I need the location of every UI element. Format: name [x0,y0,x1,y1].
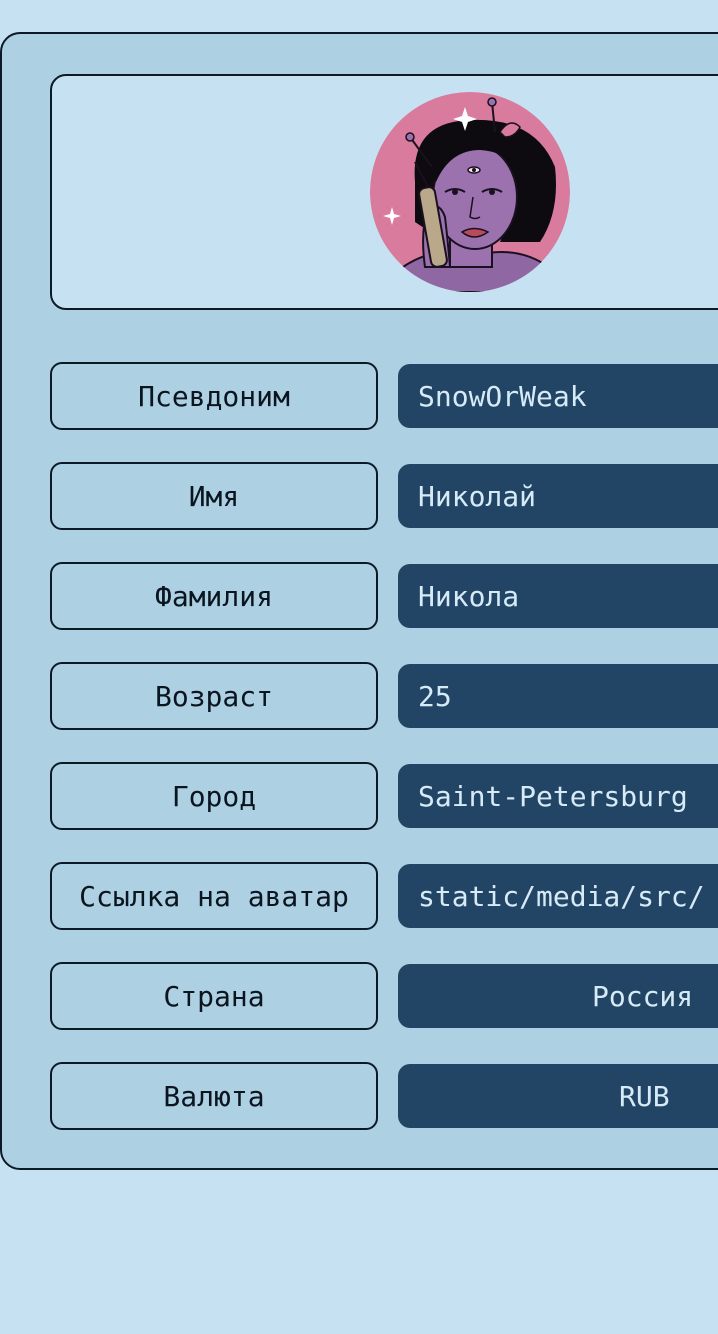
nickname-field[interactable]: SnowOrWeak [398,364,718,428]
country-label: Страна [50,962,378,1030]
first-name-field[interactable]: Николай [398,464,718,528]
currency-select[interactable]: RUB [398,1064,718,1128]
avatar[interactable] [370,92,570,292]
nickname-label: Псевдоним [50,362,378,430]
currency-label: Валюта [50,1062,378,1130]
last-name-field[interactable]: Никола [398,564,718,628]
last-name-label: Фамилия [50,562,378,630]
country-select-value: Россия [592,979,694,1013]
avatar-illustration [370,92,570,292]
city-field[interactable]: Saint-Petersburg [398,764,718,828]
city-label: Город [50,762,378,830]
country-select[interactable]: Россия [398,964,718,1028]
age-field[interactable]: 25 [398,664,718,728]
avatar-link-label: Ссылка на аватар [50,862,378,930]
age-label: Возраст [50,662,378,730]
currency-select-value: RUB [619,1079,670,1113]
first-name-label: Имя [50,462,378,530]
avatar-link-field[interactable]: static/media/src/ [398,864,718,928]
